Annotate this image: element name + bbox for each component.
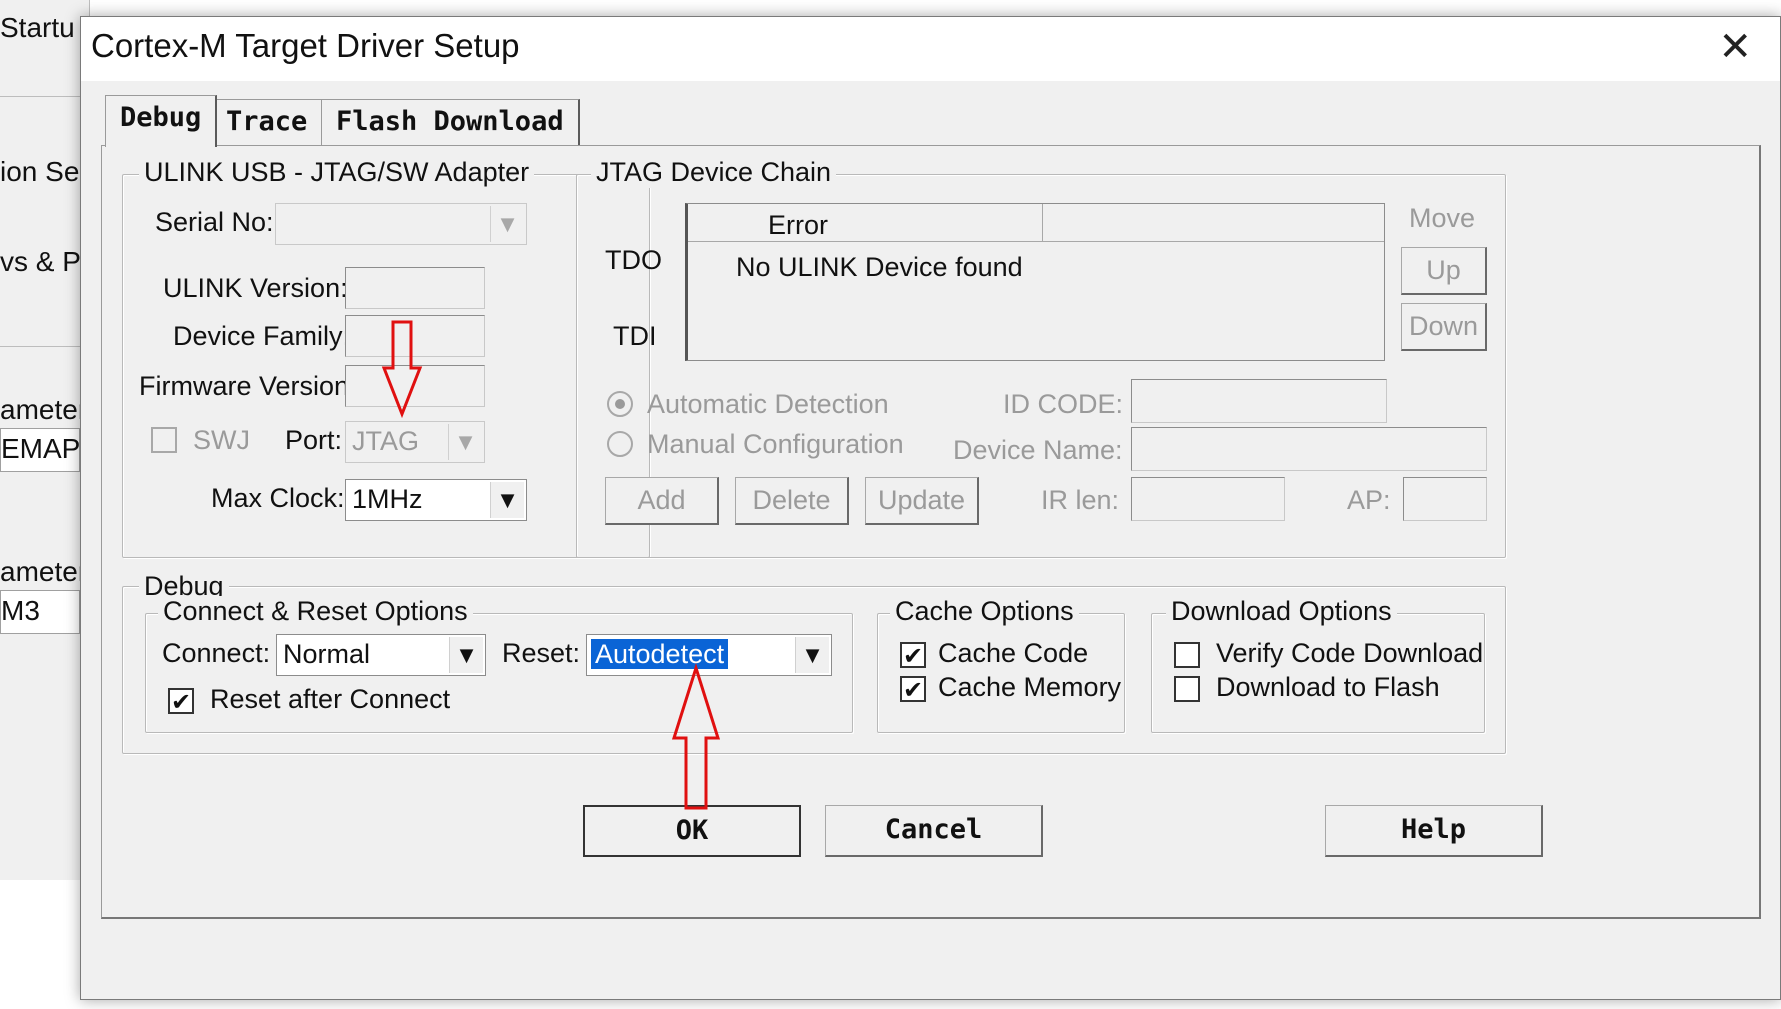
annotation-arrow-up bbox=[671, 662, 721, 810]
annotation-arrow-down bbox=[381, 320, 423, 419]
tab-debug[interactable]: Debug bbox=[105, 95, 218, 147]
annotation-overlay bbox=[381, 320, 721, 810]
